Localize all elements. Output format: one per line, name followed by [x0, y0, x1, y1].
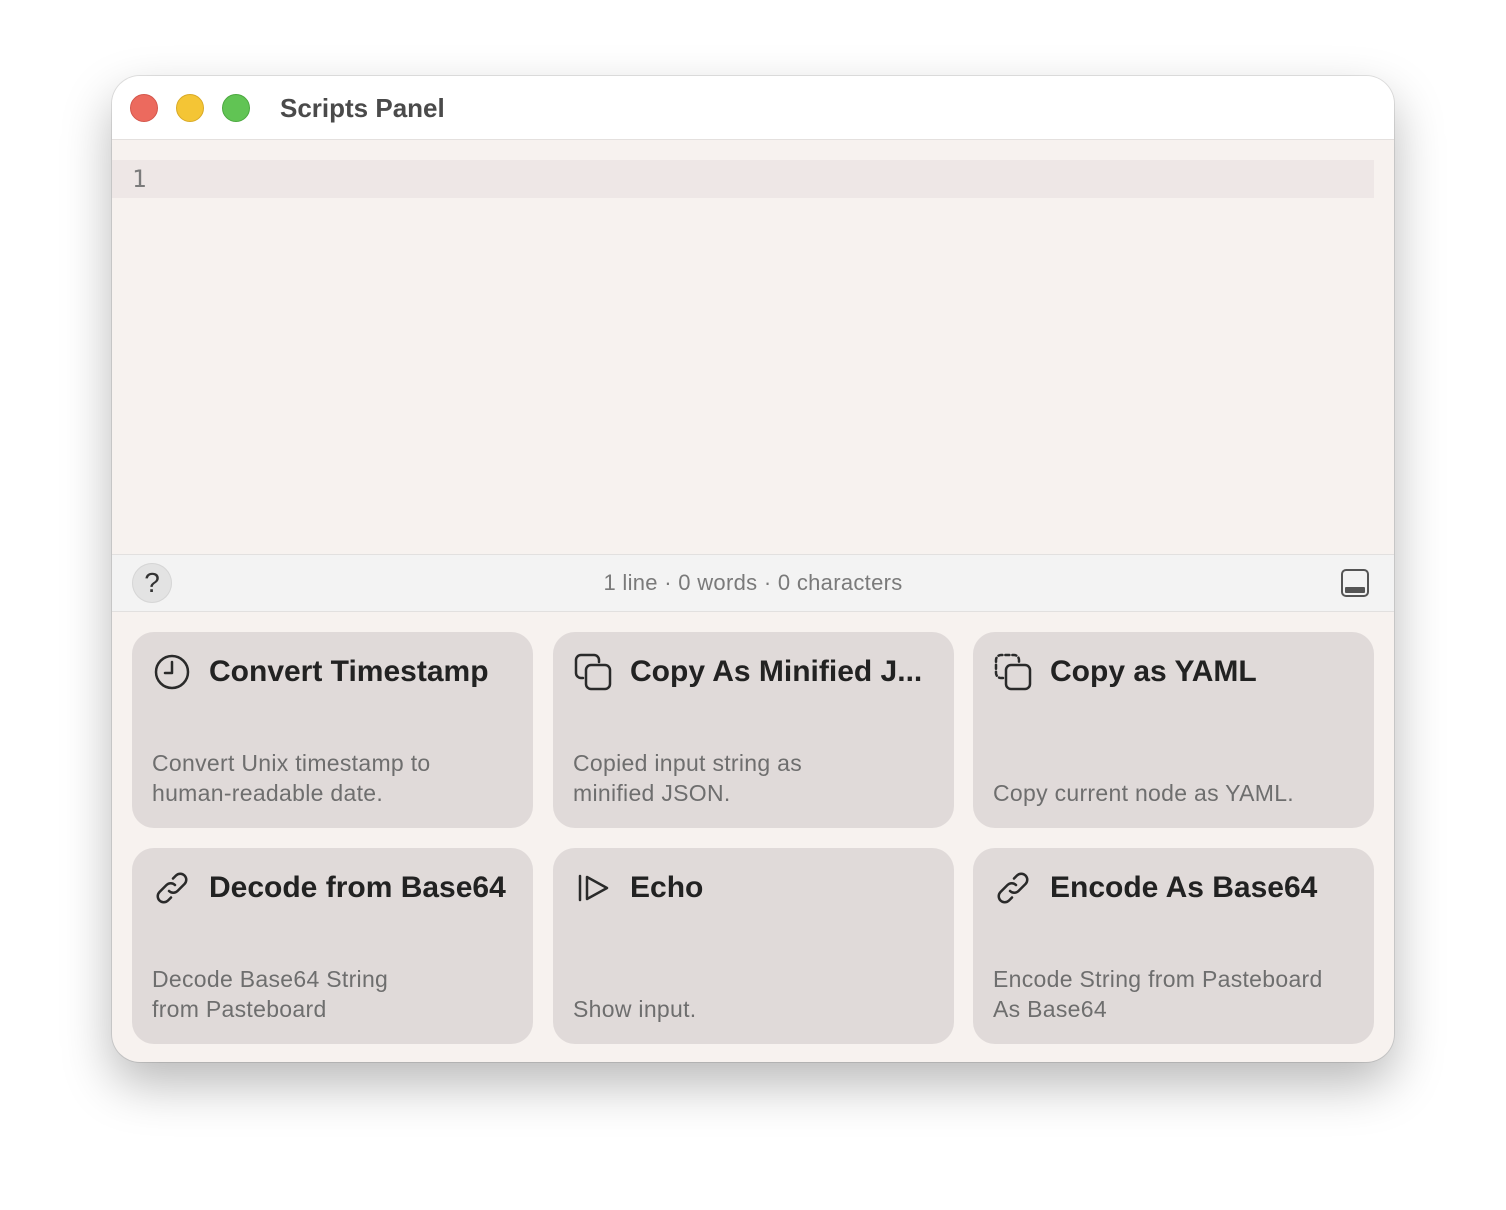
close-window-button[interactable]	[130, 94, 158, 122]
script-input-editor[interactable]: 1	[112, 140, 1394, 554]
script-card-echo[interactable]: Echo Show input.	[553, 848, 954, 1044]
script-card-copy-minified-json[interactable]: Copy As Minified J... Copied input strin…	[553, 632, 954, 828]
script-card-convert-timestamp[interactable]: Convert Timestamp Convert Unix timestamp…	[132, 632, 533, 828]
title-bar: Scripts Panel	[112, 76, 1394, 140]
script-description: Convert Unix timestamp to human-readable…	[152, 750, 431, 806]
minimize-window-button[interactable]	[176, 94, 204, 122]
script-title: Convert Timestamp	[209, 655, 489, 688]
line-number: 1	[132, 165, 147, 193]
clock-icon	[152, 652, 192, 692]
script-title: Decode from Base64	[209, 871, 506, 904]
maximize-window-button[interactable]	[222, 94, 250, 122]
help-button[interactable]: ?	[132, 563, 172, 603]
script-title: Encode As Base64	[1050, 871, 1318, 904]
script-title: Copy As Minified J...	[630, 655, 923, 688]
link-icon	[152, 868, 192, 908]
toggle-panel-icon[interactable]	[1340, 568, 1370, 598]
copy-dashed-icon	[993, 652, 1033, 692]
window-title: Scripts Panel	[280, 93, 445, 123]
script-card-encode-base64[interactable]: Encode As Base64 Encode String from Past…	[973, 848, 1374, 1044]
script-title: Copy as YAML	[1050, 655, 1257, 688]
script-card-decode-base64[interactable]: Decode from Base64 Decode Base64 String …	[132, 848, 533, 1044]
scripts-panel-window: Scripts Panel 1 1 line · 0 words · 0 cha…	[112, 76, 1394, 1062]
script-description: Copy current node as YAML.	[993, 780, 1294, 806]
link-icon	[993, 868, 1033, 908]
script-description: Encode String from Pasteboard As Base64	[993, 966, 1323, 1022]
current-line-highlight	[112, 160, 1374, 198]
play-icon	[573, 868, 613, 908]
script-description: Decode Base64 String from Pasteboard	[152, 966, 389, 1022]
script-title: Echo	[630, 871, 704, 904]
script-card-copy-as-yaml[interactable]: Copy as YAML Copy current node as YAML.	[973, 632, 1374, 828]
script-description: Show input.	[573, 996, 697, 1022]
document-stats: 1 line · 0 words · 0 characters	[603, 570, 903, 595]
status-bar: 1 line · 0 words · 0 characters ?	[112, 554, 1394, 612]
script-description: Copied input string as minified JSON.	[573, 750, 803, 806]
copy-icon	[573, 652, 613, 692]
